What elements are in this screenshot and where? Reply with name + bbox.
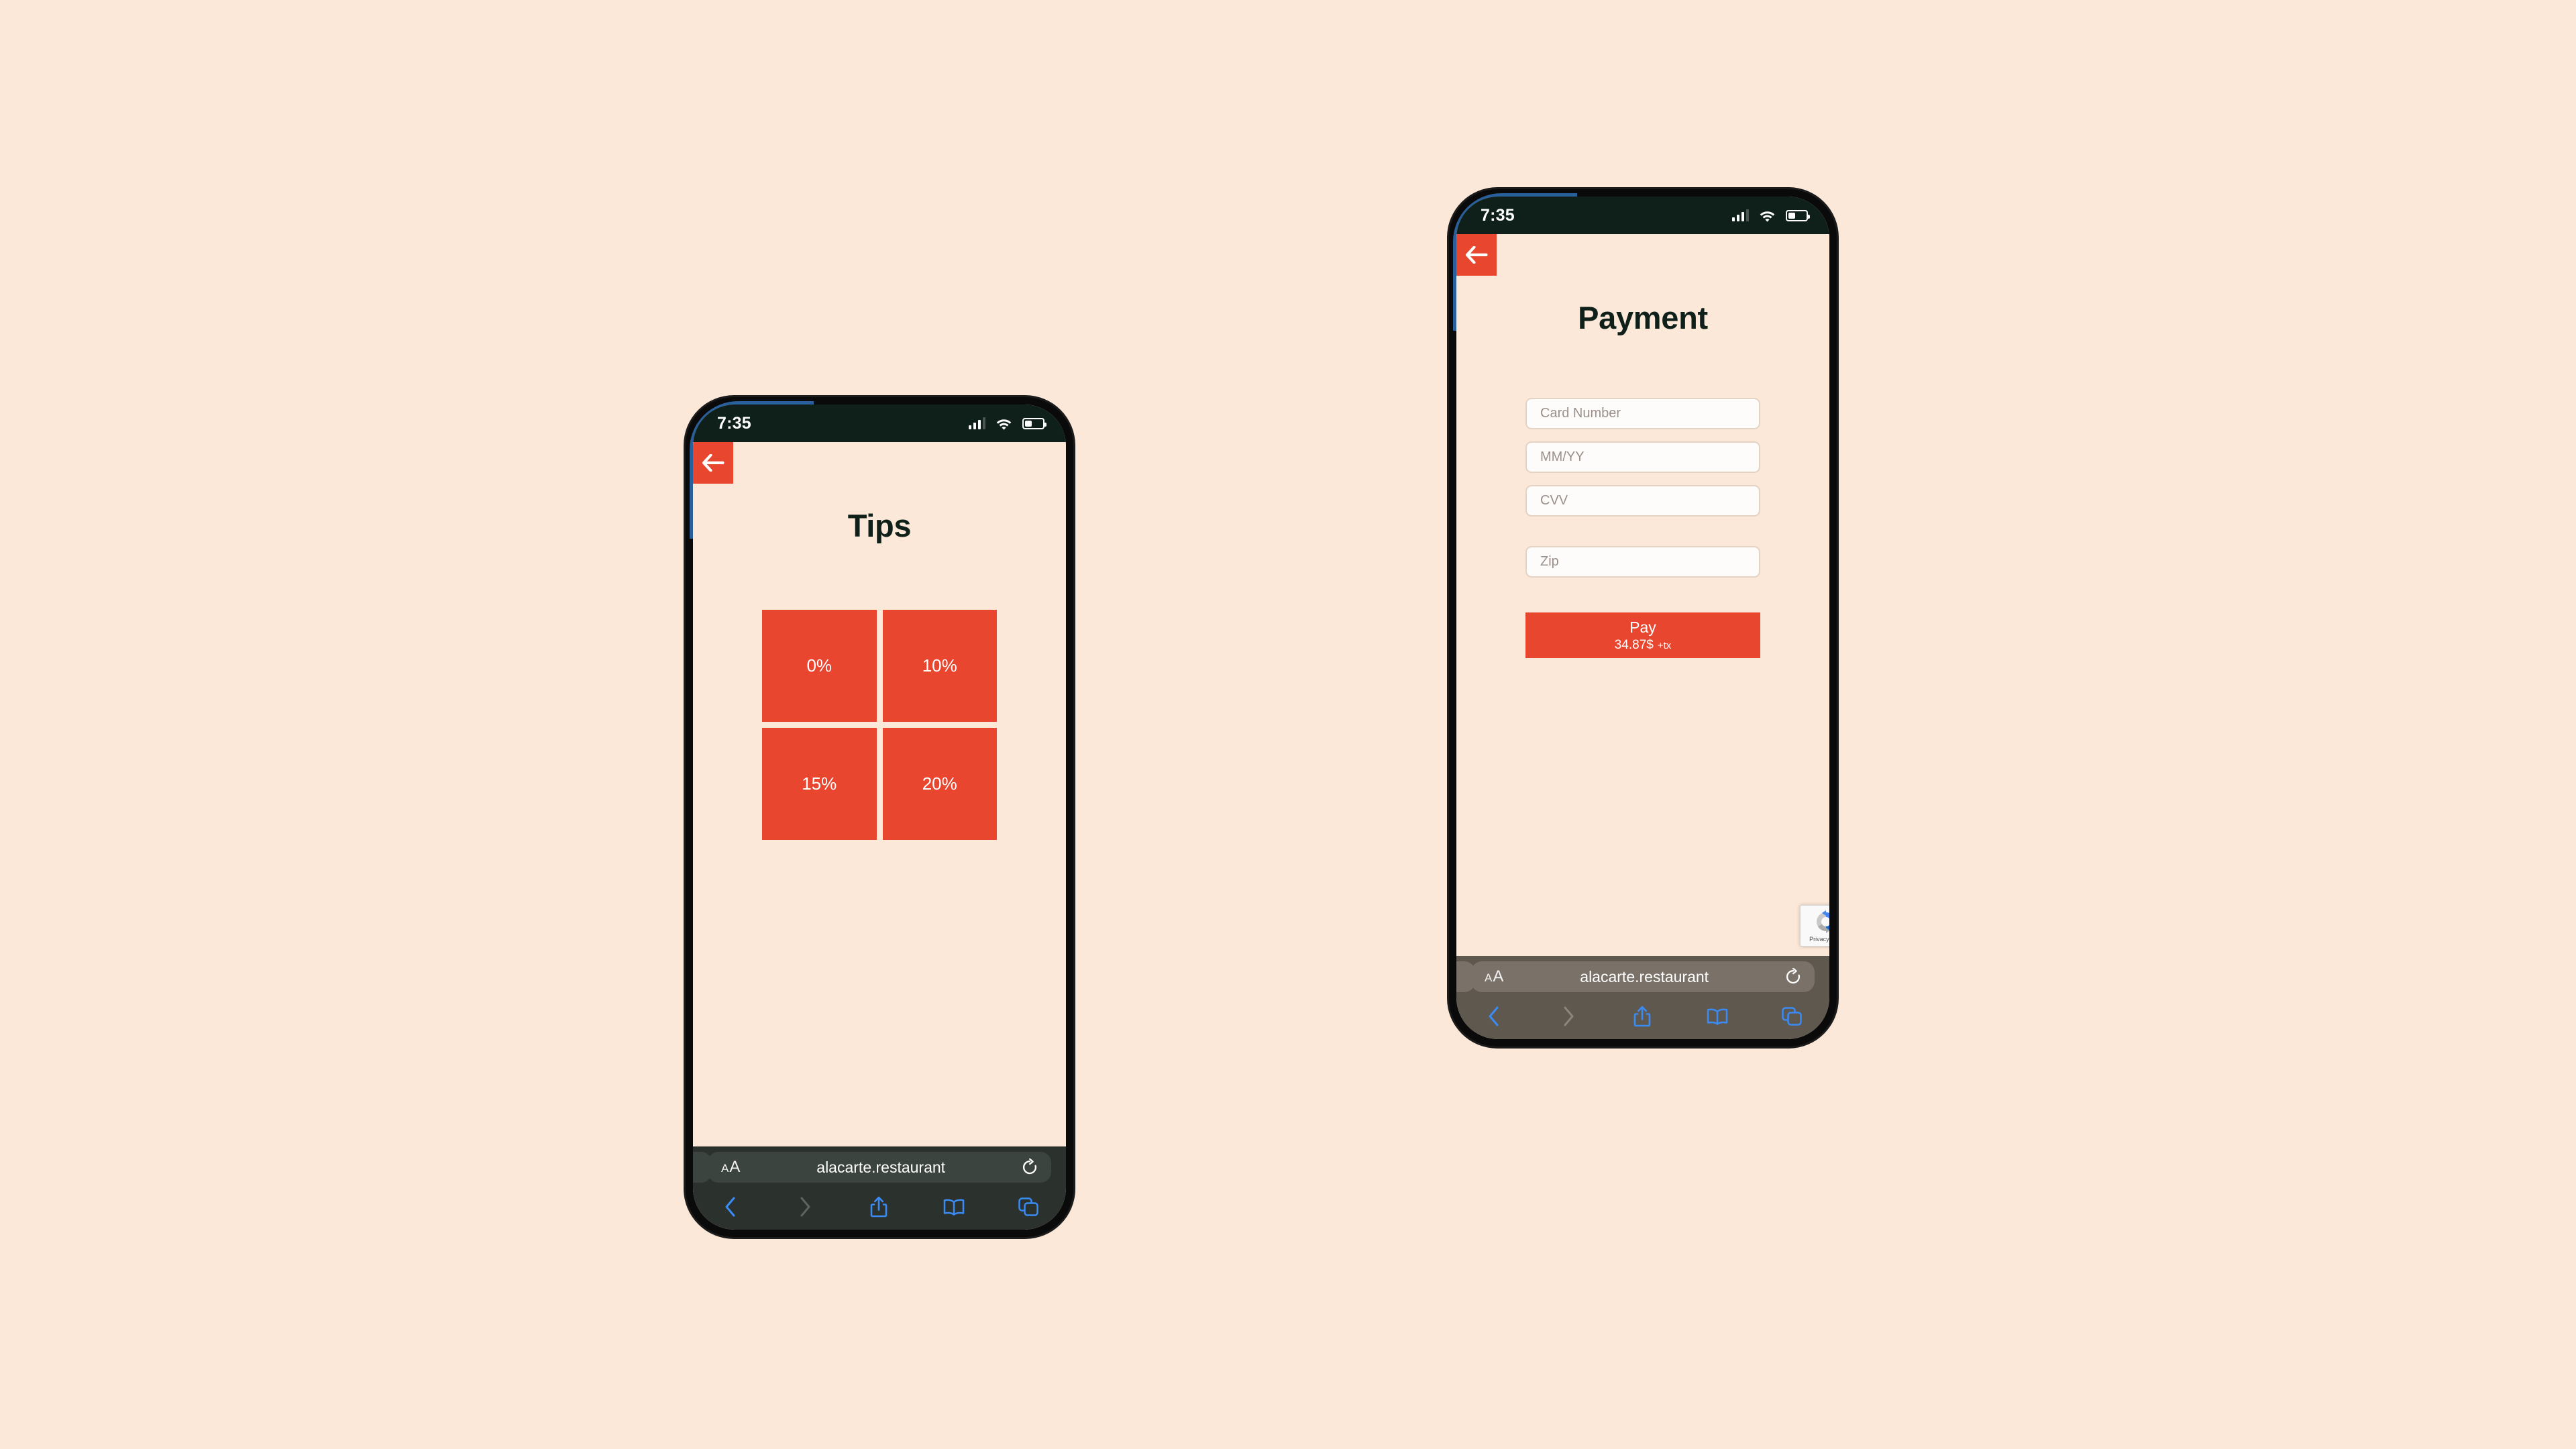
reload-button[interactable]: [1022, 1159, 1038, 1176]
pay-tax-note: +tx: [1657, 639, 1672, 651]
status-time: 7:35: [1481, 205, 1515, 225]
card-number-placeholder: Card Number: [1540, 406, 1621, 421]
cellular-signal-icon: [969, 417, 985, 429]
phone-mockup-payment: 7:35 Payment Card Number MM/YY CVV Zip P…: [1449, 189, 1837, 1046]
pay-button-amount: 34.87$ +tx: [1615, 638, 1672, 653]
tip-option-label: 0%: [806, 655, 833, 676]
text-size-large-a: A: [1493, 967, 1504, 985]
chevron-left-icon: [1489, 1006, 1499, 1026]
tip-option-15[interactable]: 15%: [762, 728, 877, 840]
book-icon: [943, 1199, 964, 1216]
url-bar[interactable]: A A alacarte.restaurant: [708, 1152, 1051, 1183]
tabs-icon: [1782, 1007, 1802, 1026]
pay-amount-value: 34.87$: [1614, 637, 1654, 652]
chevron-right-icon: [800, 1197, 810, 1217]
chevron-left-icon: [725, 1197, 735, 1217]
page-title: Payment: [1578, 300, 1708, 335]
web-page-payment: Payment Card Number MM/YY CVV Zip Pay 34…: [1456, 234, 1829, 956]
reload-button[interactable]: [1785, 968, 1801, 985]
arrow-left-icon: [702, 454, 724, 472]
expiry-placeholder: MM/YY: [1540, 449, 1585, 464]
card-number-field[interactable]: Card Number: [1525, 398, 1760, 429]
zip-placeholder: Zip: [1540, 554, 1559, 569]
safari-bottom-bar: A A alacarte.restaurant: [1456, 956, 1829, 1039]
safari-toolbar: [693, 1188, 1066, 1230]
cvv-placeholder: CVV: [1540, 493, 1568, 508]
pay-button-label: Pay: [1629, 618, 1656, 636]
expiry-field[interactable]: MM/YY: [1525, 441, 1760, 473]
browser-forward-button[interactable]: [1554, 1002, 1583, 1031]
url-bar[interactable]: A A alacarte.restaurant: [1471, 961, 1815, 992]
status-bar: 7:35: [693, 405, 1066, 442]
url-text: alacarte.restaurant: [816, 1158, 946, 1176]
pay-button[interactable]: Pay 34.87$ +tx: [1525, 612, 1760, 658]
tip-option-label: 10%: [922, 655, 957, 676]
phone-mockup-tips: 7:35 Tips 0% 10% 15% 20% A A alacarte.re…: [686, 397, 1073, 1237]
tip-option-label: 15%: [802, 773, 837, 794]
arrow-left-icon: [1465, 246, 1488, 264]
wifi-icon: [1760, 211, 1775, 222]
page-title: Tips: [847, 508, 912, 543]
phone-screen: 7:35: [693, 405, 1066, 1230]
tip-option-10[interactable]: 10%: [882, 610, 997, 722]
cvv-field[interactable]: CVV: [1525, 485, 1760, 517]
url-row: A A alacarte.restaurant: [1456, 956, 1829, 998]
status-time: 7:35: [717, 413, 751, 433]
cellular-signal-icon: [1732, 209, 1749, 221]
browser-back-button[interactable]: [1479, 1002, 1509, 1031]
battery-icon: [1022, 417, 1046, 429]
text-size-button[interactable]: A A: [1485, 967, 1503, 986]
recaptcha-badge[interactable]: Privacy - Ter: [1800, 905, 1829, 947]
tip-option-0[interactable]: 0%: [762, 610, 877, 722]
tip-option-label: 20%: [922, 773, 957, 794]
back-button[interactable]: [1456, 234, 1497, 276]
share-icon: [1633, 1006, 1651, 1027]
browser-back-button[interactable]: [716, 1192, 745, 1222]
payment-form: Card Number MM/YY CVV Zip Pay 34.87$ +tx: [1525, 398, 1760, 658]
battery-icon: [1786, 209, 1810, 221]
recaptcha-privacy-terms-text[interactable]: Privacy - Ter: [1809, 935, 1829, 943]
browser-forward-button[interactable]: [790, 1192, 820, 1222]
status-icons: [969, 417, 1046, 430]
web-page-tips: Tips 0% 10% 15% 20%: [693, 442, 1066, 1146]
tabs-button[interactable]: [1777, 1002, 1807, 1031]
url-row: A A alacarte.restaurant: [693, 1146, 1066, 1188]
bookmarks-button[interactable]: [1702, 1002, 1733, 1031]
share-button[interactable]: [864, 1192, 894, 1222]
phone-screen: 7:35: [1456, 197, 1829, 1039]
share-icon: [870, 1196, 888, 1218]
zip-field[interactable]: Zip: [1525, 546, 1760, 578]
back-button[interactable]: [693, 442, 733, 484]
share-button[interactable]: [1627, 1002, 1657, 1031]
tabs-button[interactable]: [1014, 1192, 1043, 1222]
chevron-right-icon: [1564, 1006, 1573, 1026]
text-size-small-a: A: [1485, 971, 1493, 984]
bookmarks-button[interactable]: [938, 1192, 969, 1222]
tabs-icon: [1018, 1197, 1038, 1216]
url-text: alacarte.restaurant: [1580, 967, 1709, 985]
reload-icon: [1022, 1159, 1037, 1175]
reload-icon: [1786, 968, 1801, 984]
text-size-button[interactable]: A A: [721, 1158, 740, 1177]
safari-bottom-bar: A A alacarte.restaurant: [693, 1146, 1066, 1230]
tips-grid: 0% 10% 15% 20%: [762, 610, 997, 840]
tip-option-20[interactable]: 20%: [882, 728, 997, 840]
text-size-large-a: A: [729, 1158, 741, 1176]
text-size-small-a: A: [721, 1162, 729, 1175]
status-bar: 7:35: [1456, 197, 1829, 234]
recaptcha-logo-icon: [1817, 910, 1829, 933]
book-icon: [1707, 1008, 1727, 1025]
safari-toolbar: [1456, 998, 1829, 1039]
status-icons: [1732, 209, 1810, 222]
wifi-icon: [996, 419, 1012, 430]
